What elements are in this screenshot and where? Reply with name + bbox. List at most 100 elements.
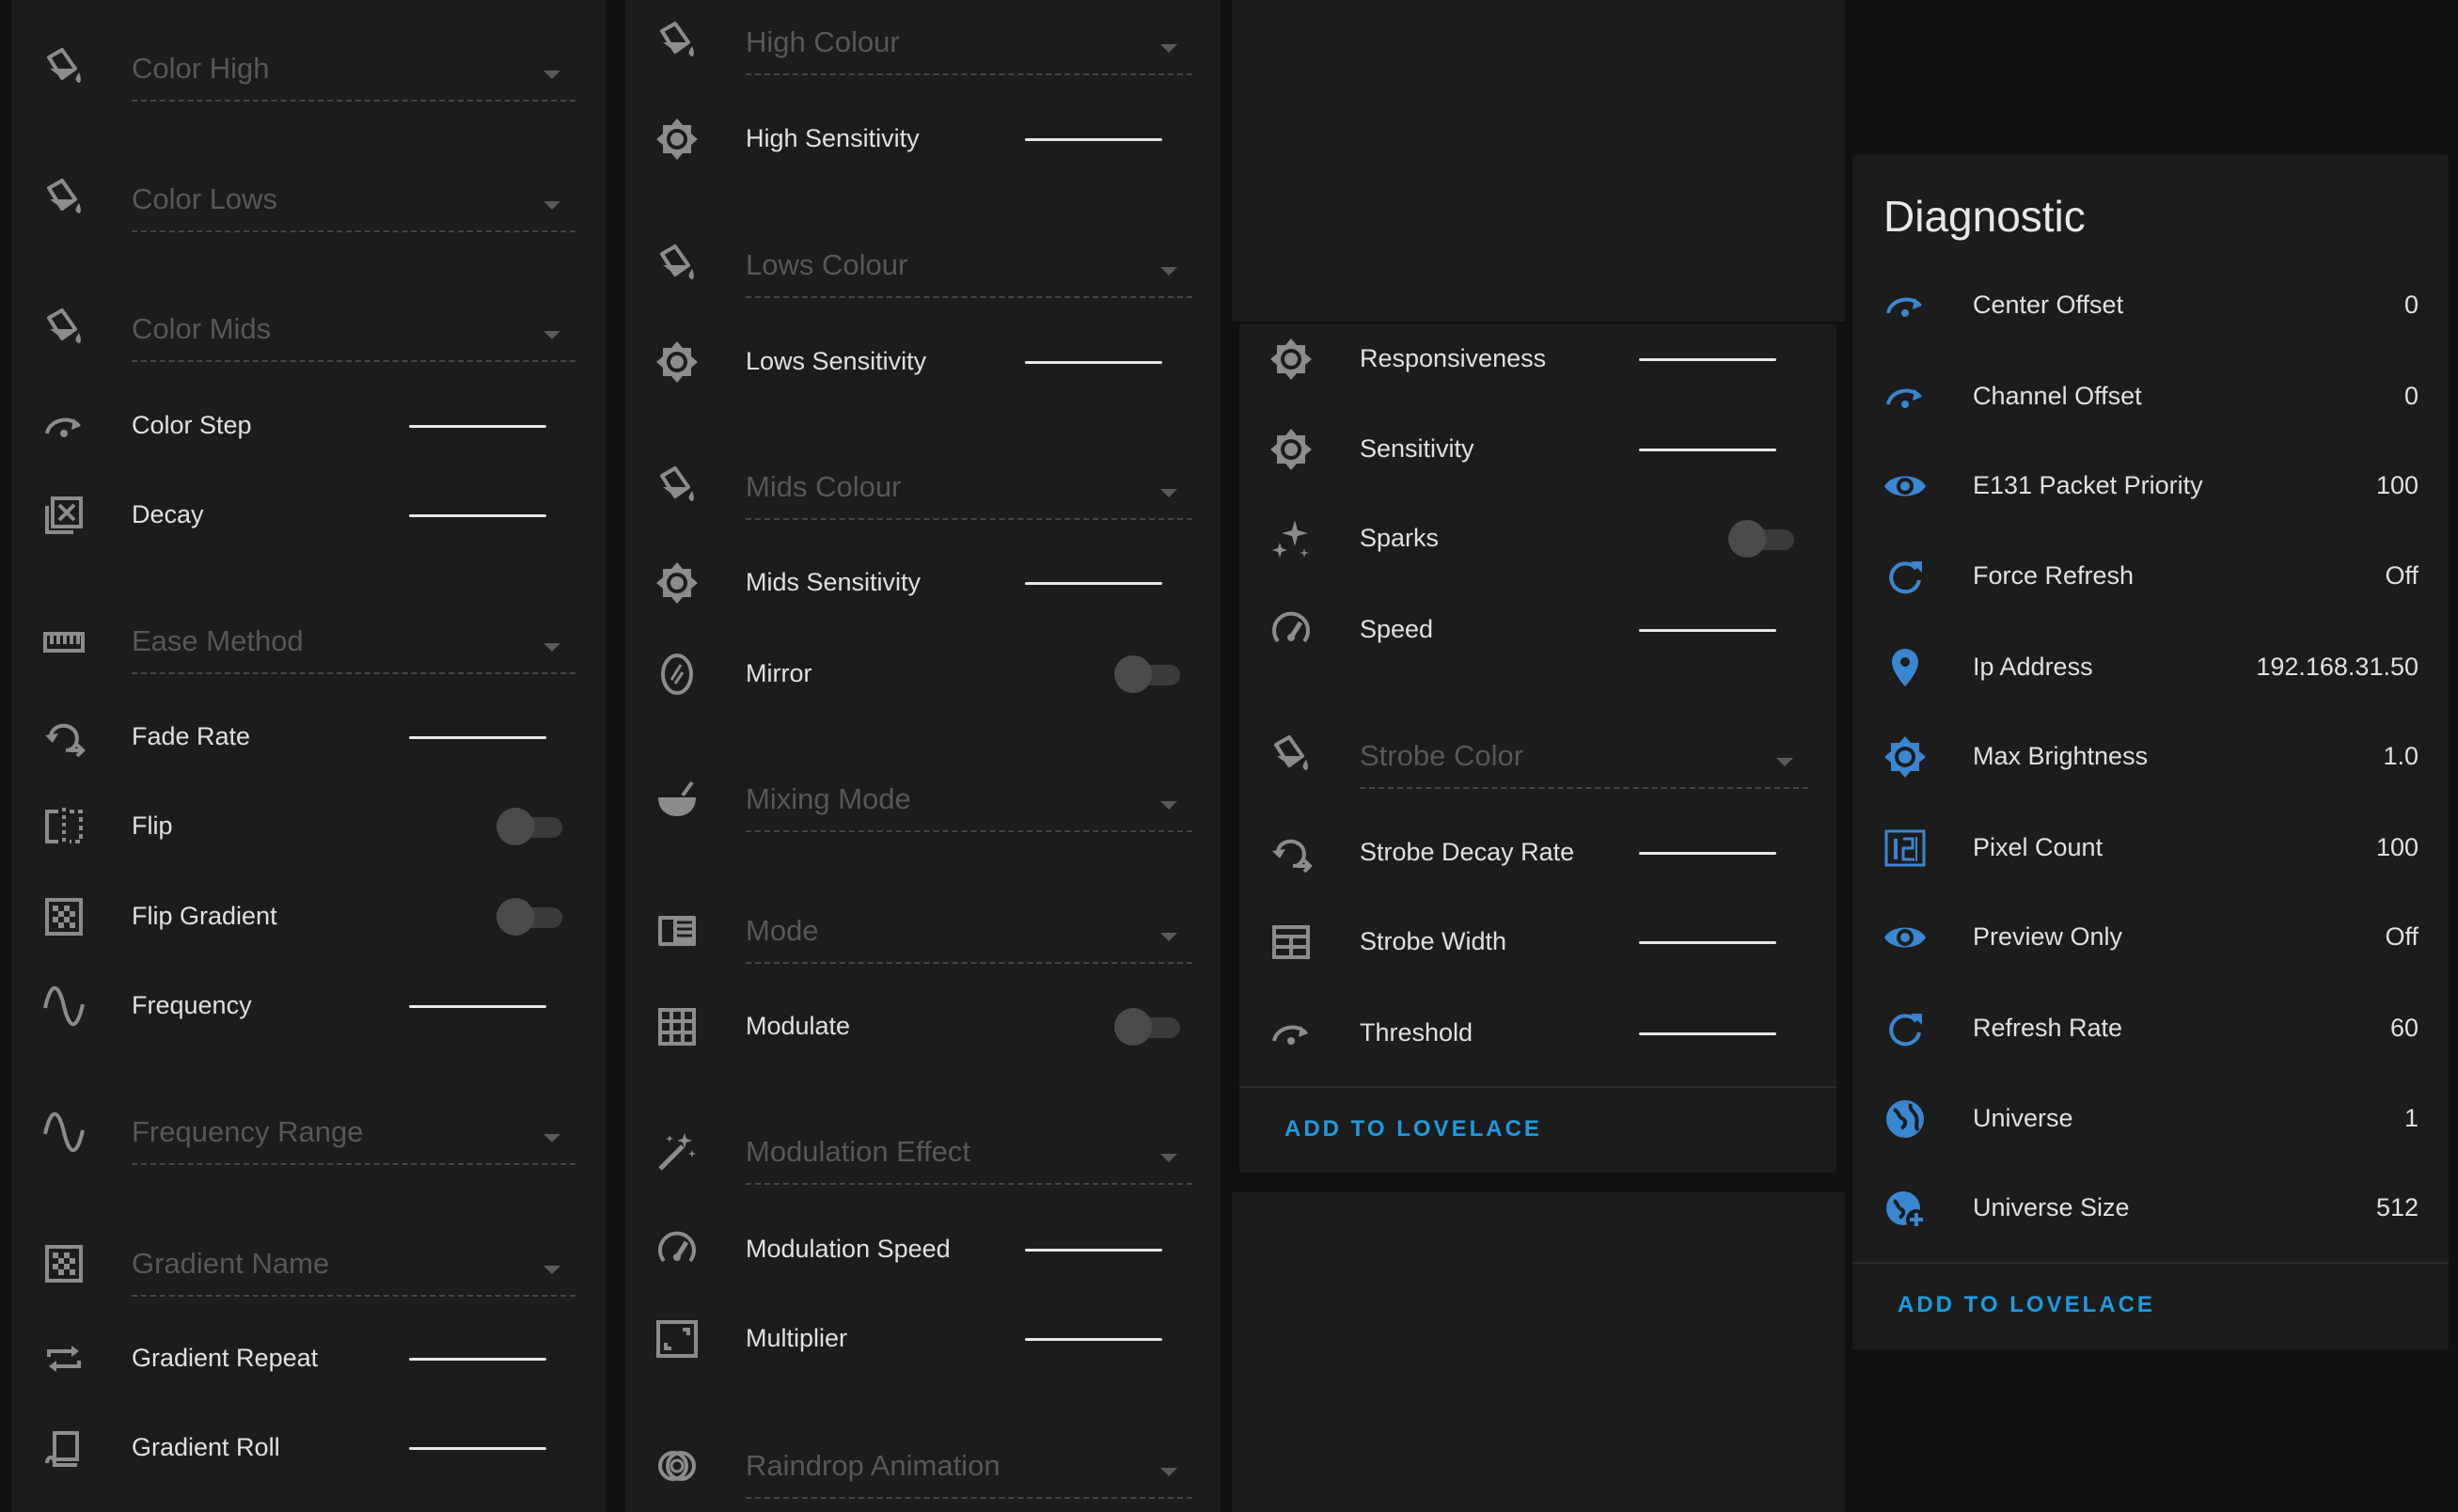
paint-bucket-icon	[651, 16, 703, 69]
chevron-down-icon[interactable]	[544, 331, 560, 340]
toggle-thumb	[1114, 654, 1152, 693]
ip-address-label[interactable]: Ip Address	[1973, 653, 2093, 682]
refresh-rate-label[interactable]: Refresh Rate	[1973, 1014, 2122, 1043]
chevron-down-icon[interactable]	[544, 200, 560, 210]
map-marker-icon	[1879, 641, 1931, 694]
strobe-decay-rate-label: Strobe Decay Rate	[1360, 837, 1575, 866]
controls-column-2	[625, 0, 1221, 1512]
chevron-down-icon[interactable]	[1160, 266, 1177, 276]
chevron-down-icon[interactable]	[1160, 933, 1177, 942]
decay-label: Decay	[132, 500, 204, 529]
sine-wave-icon	[38, 980, 90, 1032]
color-high-select-underline	[132, 100, 575, 102]
eye-icon	[1879, 911, 1931, 964]
ease-method-select-underline	[132, 671, 575, 674]
chevron-down-icon[interactable]	[1160, 1467, 1177, 1476]
diagnostic-add-to-lovelace-button[interactable]: ADD TO LOVELACE	[1898, 1292, 2155, 1318]
grid-icon	[651, 1000, 703, 1053]
repeat-icon	[38, 1332, 90, 1385]
frequency-label: Frequency	[132, 991, 252, 1020]
frequency-range-select-underline	[132, 1162, 575, 1165]
rotate-left-icon	[38, 711, 90, 764]
modulation-speed-slider[interactable]	[1025, 1248, 1162, 1252]
multiplier-label: Multiplier	[746, 1323, 848, 1352]
rotate-arrow-icon	[1879, 279, 1931, 332]
gradient-repeat-slider[interactable]	[409, 1358, 546, 1362]
add-to-lovelace-button[interactable]: ADD TO LOVELACE	[1284, 1116, 1542, 1142]
modulation-effect-select-underline	[746, 1183, 1192, 1186]
mixing-mode-select[interactable]: Mixing Mode	[746, 782, 911, 816]
chevron-down-icon[interactable]	[1160, 44, 1177, 53]
mids-colour-select[interactable]: Mids Colour	[746, 470, 901, 504]
force-refresh-label[interactable]: Force Refresh	[1973, 561, 2134, 591]
universe-label[interactable]: Universe	[1973, 1104, 2073, 1133]
toggle-thumb	[1114, 1007, 1152, 1046]
mode-select-underline	[746, 962, 1192, 965]
mirror-toggle[interactable]	[1114, 654, 1182, 693]
flip-gradient-toggle[interactable]	[496, 898, 564, 937]
paint-bucket-icon	[38, 173, 90, 226]
high-sensitivity-slider[interactable]	[1025, 138, 1162, 142]
controls-column-3-bottom	[1232, 1192, 1845, 1512]
chevron-down-icon[interactable]	[1160, 489, 1177, 498]
high-colour-select[interactable]: High Colour	[746, 25, 900, 59]
lows-colour-select-underline	[746, 295, 1192, 298]
color-lows-select[interactable]: Color Lows	[132, 182, 277, 216]
diagnostic-card: Diagnostic	[1852, 155, 2449, 1349]
brightness-icon	[651, 557, 703, 609]
chevron-down-icon[interactable]	[544, 1265, 560, 1274]
high-colour-select-underline	[746, 73, 1192, 75]
sparks-toggle[interactable]	[1728, 520, 1796, 559]
sensitivity-slider[interactable]	[1639, 449, 1776, 452]
responsiveness-slider[interactable]	[1639, 357, 1776, 361]
preview-only-label[interactable]: Preview Only	[1973, 922, 2122, 952]
color-mids-select[interactable]: Color Mids	[132, 312, 271, 346]
multiplier-slider[interactable]	[1025, 1337, 1162, 1341]
ease-method-select[interactable]: Ease Method	[132, 624, 304, 658]
mids-sensitivity-slider[interactable]	[1025, 582, 1162, 586]
brightness-icon	[651, 336, 703, 388]
toggle-thumb	[496, 898, 534, 937]
max-brightness-label[interactable]: Max Brightness	[1973, 742, 2148, 771]
strobe-color-select[interactable]: Strobe Color	[1360, 739, 1523, 773]
modulate-toggle[interactable]	[1114, 1007, 1182, 1046]
pixel-count-value: 100	[2375, 832, 2419, 861]
chevron-down-icon[interactable]	[1776, 757, 1793, 766]
center-offset-value: 0	[2403, 291, 2419, 320]
strobe-decay-rate-slider[interactable]	[1639, 851, 1776, 855]
modulation-effect-select[interactable]: Modulation Effect	[746, 1135, 970, 1169]
gradient-name-select[interactable]: Gradient Name	[132, 1247, 329, 1281]
lows-sensitivity-label: Lows Sensitivity	[746, 347, 927, 376]
rotate-left-icon	[1265, 827, 1317, 879]
gradient-roll-slider[interactable]	[409, 1447, 546, 1451]
raindrop-animation-select[interactable]: Raindrop Animation	[746, 1449, 1001, 1483]
e131-packet-priority-label[interactable]: E131 Packet Priority	[1973, 471, 2203, 500]
chevron-down-icon[interactable]	[1160, 801, 1177, 811]
lows-colour-select[interactable]: Lows Colour	[746, 248, 907, 282]
flip-toggle[interactable]	[496, 807, 564, 845]
sine-wave-icon	[38, 1106, 90, 1158]
brightness-icon	[1265, 333, 1317, 386]
rotate-arrow-icon	[38, 400, 90, 452]
frequency-range-select[interactable]: Frequency Range	[132, 1115, 363, 1149]
center-offset-label[interactable]: Center Offset	[1973, 291, 2123, 320]
chevron-down-icon[interactable]	[1160, 1154, 1177, 1163]
lows-sensitivity-slider[interactable]	[1025, 361, 1162, 365]
universe-size-label[interactable]: Universe Size	[1973, 1193, 2130, 1222]
mids-sensitivity-label: Mids Sensitivity	[746, 568, 922, 597]
preview-only-value: Off	[2385, 921, 2419, 951]
channel-offset-label[interactable]: Channel Offset	[1973, 382, 2142, 411]
threshold-slider[interactable]	[1639, 1032, 1776, 1035]
mode-select[interactable]: Mode	[746, 914, 819, 948]
frequency-slider[interactable]	[409, 1005, 546, 1009]
color-step-slider[interactable]	[409, 425, 546, 429]
pixel-count-label[interactable]: Pixel Count	[1973, 833, 2103, 862]
ip-address-value: 192.168.31.50	[2256, 653, 2419, 682]
fade-rate-slider[interactable]	[409, 735, 546, 739]
chevron-down-icon[interactable]	[544, 71, 560, 80]
speed-slider[interactable]	[1639, 629, 1776, 633]
chevron-down-icon[interactable]	[544, 1133, 560, 1142]
color-high-select[interactable]: Color High	[132, 52, 269, 86]
strobe-width-slider[interactable]	[1639, 940, 1776, 944]
chevron-down-icon[interactable]	[544, 642, 560, 652]
